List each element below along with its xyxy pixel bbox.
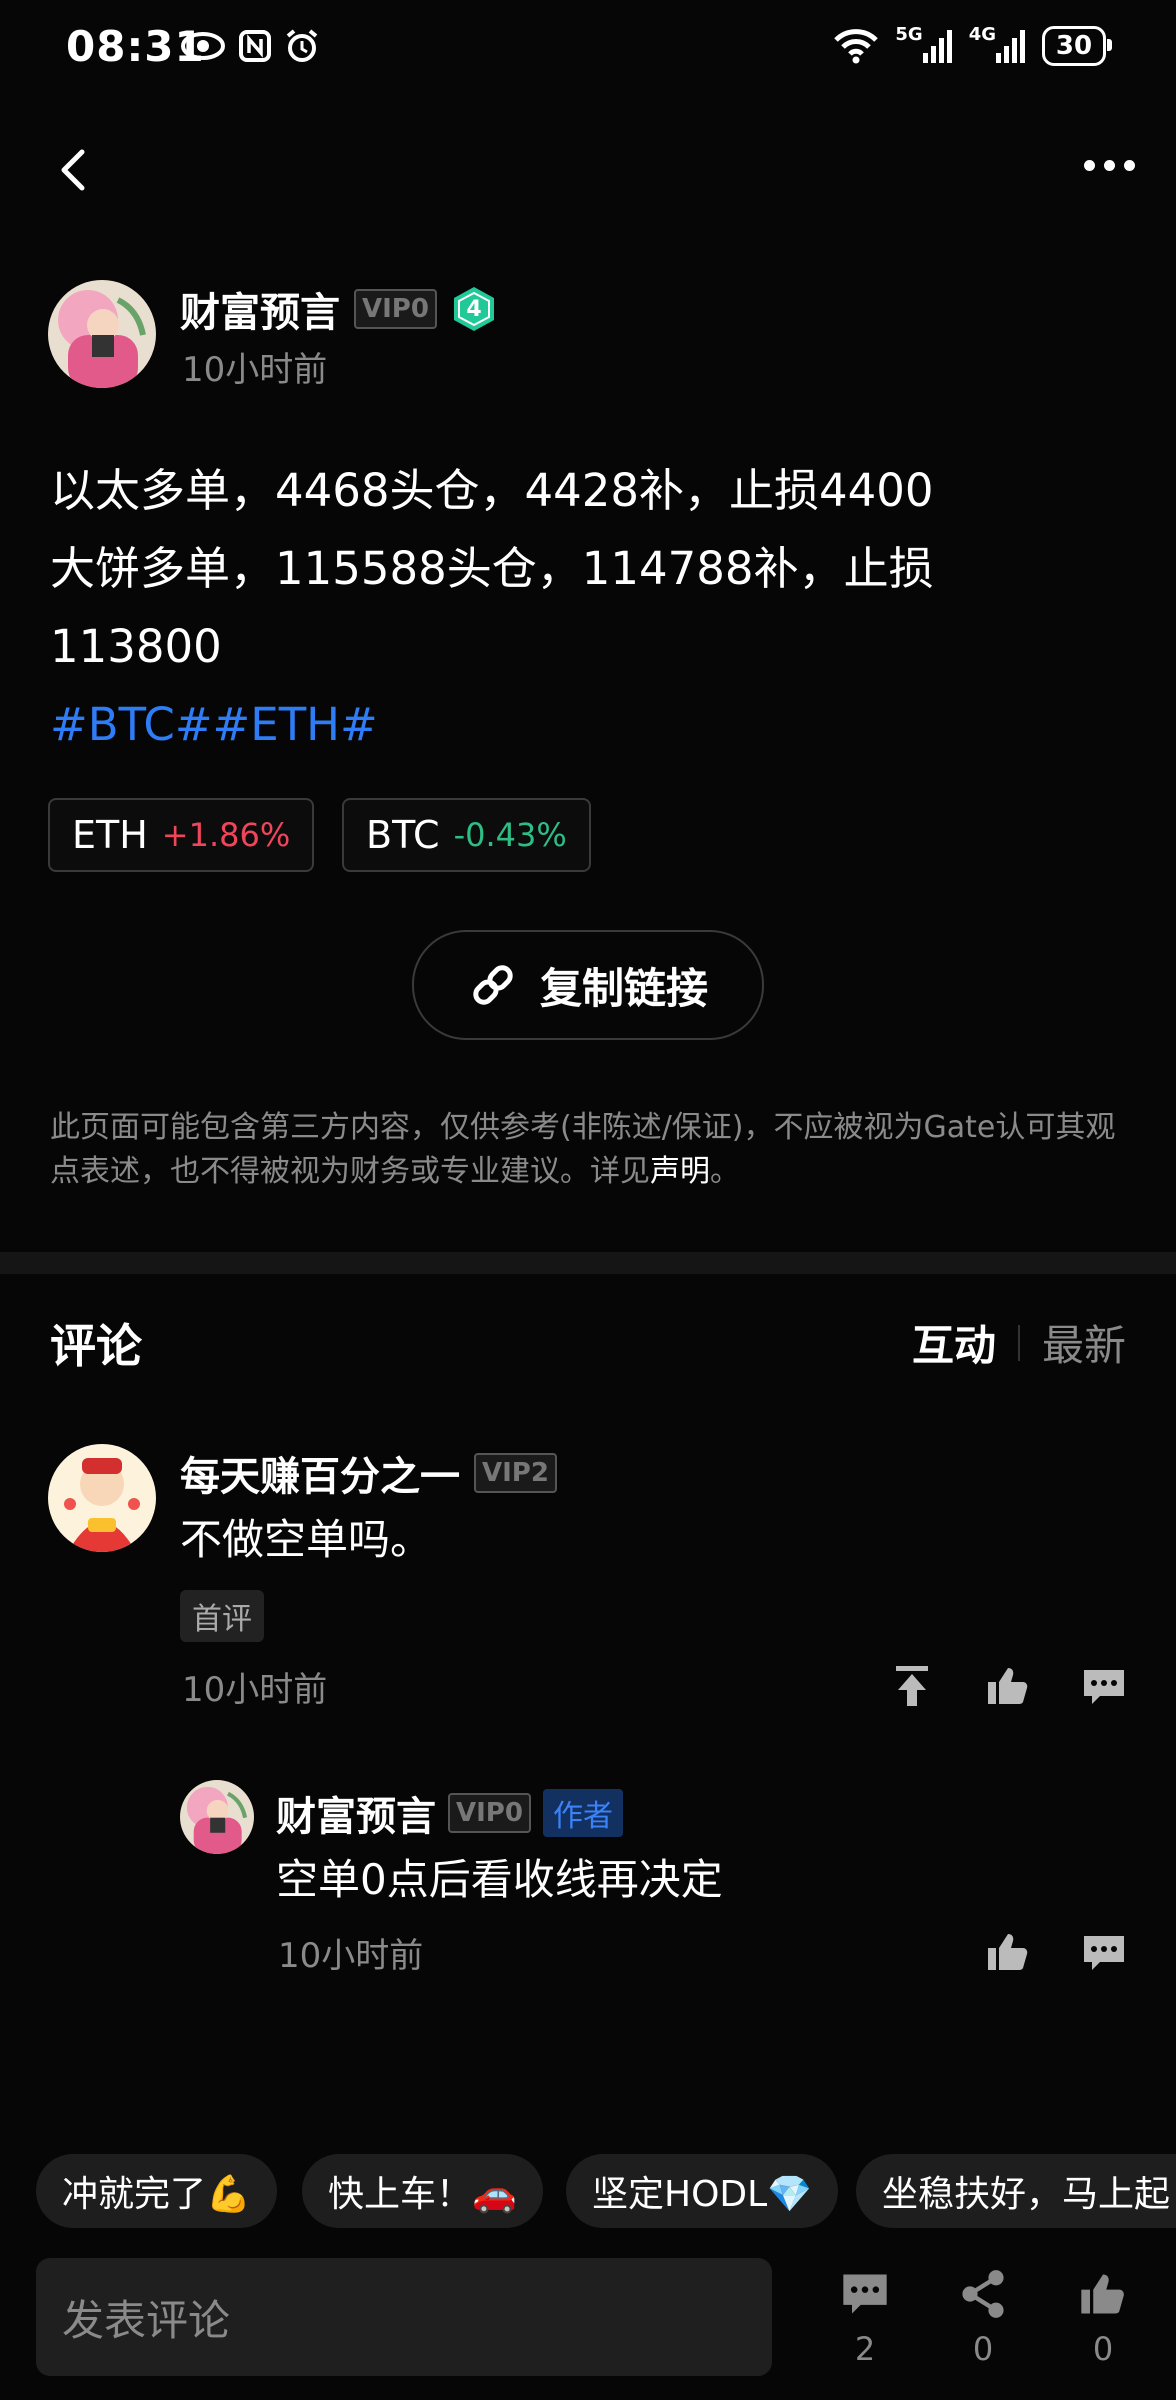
disclaimer-text: 此页面可能包含第三方内容，仅供参考(非陈述/保证)，不应被视为Gate认可其观点… <box>50 1110 1116 1189</box>
first-comment-badge: 首评 <box>180 1590 264 1642</box>
disclaimer: 此页面可能包含第三方内容，仅供参考(非陈述/保证)，不应被视为Gate认可其观点… <box>50 1106 1130 1194</box>
more-options-button[interactable] <box>1074 140 1144 190</box>
quick-reply-chip[interactable]: 快上车！🚗 <box>302 2154 543 2228</box>
disclaimer-link[interactable]: 声明 <box>650 1154 710 1189</box>
dot-icon <box>1083 159 1095 171</box>
like-button[interactable] <box>984 1662 1032 1714</box>
ticker-change: -0.43% <box>453 816 567 854</box>
author-avatar[interactable] <box>48 280 156 388</box>
link-icon <box>473 965 513 1005</box>
eye-icon <box>181 32 225 60</box>
quick-reply-chip[interactable]: 冲就完了💪 <box>36 2154 277 2228</box>
tab-separator <box>1017 1324 1020 1361</box>
reply-time: 10小时前 <box>278 1936 424 1976</box>
pin-top-icon <box>896 1666 928 1706</box>
reply-like-button[interactable] <box>984 1928 1032 1980</box>
chevron-left-icon <box>61 149 85 191</box>
status-icons-left <box>180 28 320 64</box>
vip-badge: VIP2 <box>474 1453 557 1493</box>
post-line-2: 大饼多单，115588头仓，114788补，止损 <box>50 542 934 595</box>
commenter-name[interactable]: 每天赚百分之一 <box>180 1444 460 1502</box>
share-button[interactable]: 0 <box>938 2268 1028 2368</box>
share-icon <box>962 2270 1004 2318</box>
copy-link-label: 复制链接 <box>539 963 708 1013</box>
post-line-3: 113800 <box>50 620 222 673</box>
dot-icon <box>1103 159 1115 171</box>
reply-avatar[interactable] <box>180 1780 254 1854</box>
author-name-row: 财富预言 VIP0 4 <box>180 280 497 338</box>
author-name[interactable]: 财富预言 <box>180 280 340 338</box>
wifi-icon <box>834 29 879 64</box>
comment-input-placeholder: 发表评论 <box>62 2295 231 2345</box>
comments-count-button[interactable]: 2 <box>820 2268 910 2368</box>
god-of-wealth-cartoon-icon <box>48 1444 156 1552</box>
vip-badge: VIP0 <box>354 289 437 329</box>
thumbs-up-icon <box>1081 2274 1124 2314</box>
post-content: 以太多单，4468头仓，4428补，止损4400 大饼多单，115588头仓，1… <box>50 452 1060 764</box>
post-line-1: 以太多单，4468头仓，4428补，止损4400 <box>50 464 934 517</box>
comment-header: 每天赚百分之一 VIP2 <box>180 1444 557 1502</box>
level-number: 4 <box>466 297 481 322</box>
back-button[interactable] <box>50 140 110 200</box>
comment-icon <box>843 2274 887 2314</box>
section-divider <box>0 1252 1176 1274</box>
like-post-button[interactable]: 0 <box>1058 2268 1148 2368</box>
comment-icon <box>1084 1670 1124 1704</box>
likes-count: 0 <box>1092 2330 1114 2368</box>
ticker-chip-eth[interactable]: ETH +1.86% <box>48 798 315 872</box>
god-of-wealth-avatar-icon <box>48 280 156 388</box>
ticker-symbol: BTC <box>366 813 440 857</box>
comment-time: 10小时前 <box>182 1670 328 1710</box>
status-icons-right: 5G 4G 30 <box>833 23 1112 66</box>
reply-button[interactable] <box>1080 1662 1128 1714</box>
level-hexagon-icon: 4 <box>453 287 494 331</box>
comment-sort-tabs: 互动 最新 <box>912 1312 1126 1373</box>
comment-text: 不做空单吗。 <box>180 1515 433 1564</box>
ticker-change: +1.86% <box>161 816 291 854</box>
tab-interaction[interactable]: 互动 <box>912 1312 996 1373</box>
thumbs-up-icon <box>988 1934 1028 1970</box>
reply-header: 财富预言 VIP0 作者 <box>276 1784 623 1842</box>
god-of-wealth-avatar-icon <box>180 1780 254 1854</box>
battery-indicator: 30 <box>1042 26 1112 66</box>
author-tag: 作者 <box>542 1789 623 1837</box>
reply-author-name[interactable]: 财富预言 <box>276 1784 436 1842</box>
comments-title: 评论 <box>50 1319 142 1373</box>
dot-icon <box>1123 159 1135 171</box>
disclaimer-end: 。 <box>710 1154 740 1189</box>
post-time: 10小时前 <box>182 350 328 390</box>
comment-icon <box>1084 1936 1124 1970</box>
nfc-icon <box>239 30 271 62</box>
shares-count: 0 <box>972 2330 994 2368</box>
signal-5g-icon <box>922 30 952 63</box>
ticker-symbol: ETH <box>72 813 148 857</box>
reply-text: 空单0点后看收线再决定 <box>276 1855 723 1904</box>
signal-5g-label: 5G <box>895 23 923 45</box>
copy-link-button[interactable]: 复制链接 <box>412 930 764 1040</box>
quick-reply-chip[interactable]: 坐稳扶好，马上起 <box>856 2154 1176 2228</box>
pin-button[interactable] <box>888 1662 936 1714</box>
quick-reply-chip[interactable]: 坚定HODL💎 <box>566 2154 839 2228</box>
tab-latest[interactable]: 最新 <box>1042 1312 1126 1373</box>
post-hashtags[interactable]: #BTC##ETH# <box>50 686 1060 764</box>
alarm-icon <box>286 29 318 62</box>
signal-4g-label: 4G <box>968 23 996 45</box>
signal-4g-icon <box>996 30 1025 63</box>
vip-badge: VIP0 <box>448 1793 531 1833</box>
reply-reply-button[interactable] <box>1080 1928 1128 1980</box>
comments-count: 2 <box>854 2330 876 2368</box>
thumbs-up-icon <box>988 1668 1028 1704</box>
ticker-chip-btc[interactable]: BTC -0.43% <box>342 798 591 872</box>
commenter-avatar[interactable] <box>48 1444 156 1552</box>
comment-input[interactable]: 发表评论 <box>36 2258 772 2376</box>
